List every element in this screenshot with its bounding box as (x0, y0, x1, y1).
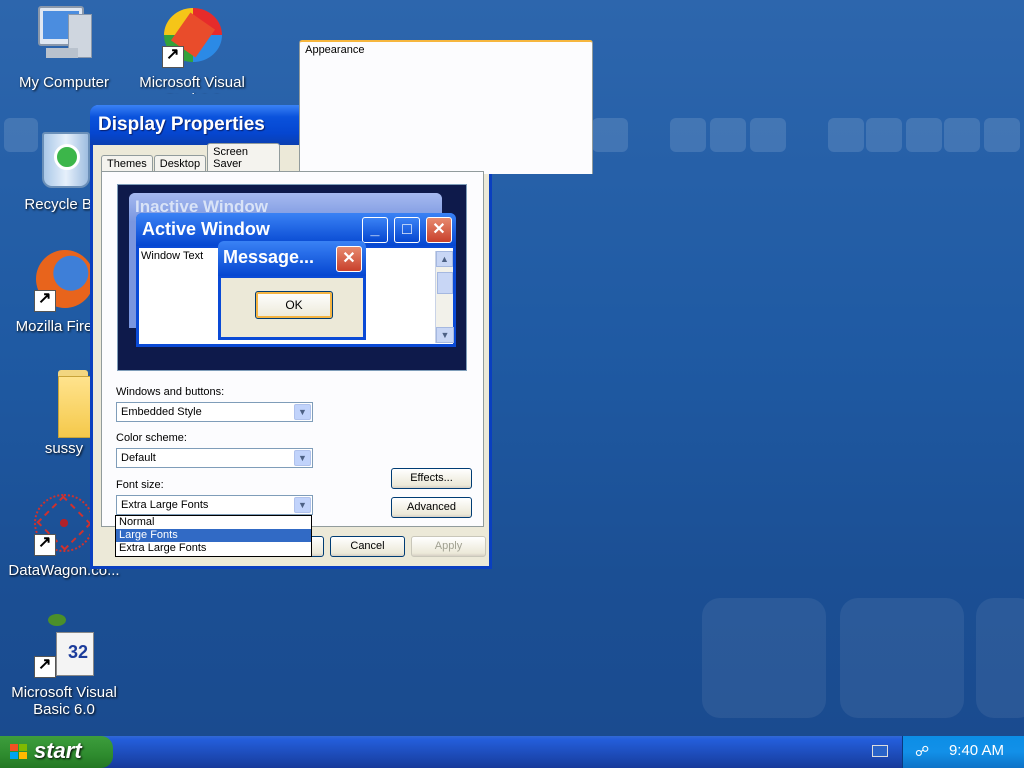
maximize-icon: □ (394, 217, 420, 243)
clock[interactable]: 9:40 AM (949, 742, 1004, 759)
chevron-down-icon[interactable]: ▼ (294, 497, 311, 513)
windows-buttons-label: Windows and buttons: (116, 386, 225, 398)
preview-ok-button: OK (255, 291, 333, 319)
computer-icon (32, 4, 96, 68)
desktop-icon-label: Microsoft Visual Stud 6.0 (139, 74, 245, 94)
decor-square (670, 118, 706, 152)
appearance-preview: Inactive Window Active Window _ □ ✕ Wind… (117, 184, 467, 371)
chevron-down-icon[interactable]: ▼ (294, 450, 311, 466)
effects-button[interactable]: Effects... (391, 468, 472, 489)
decor-square (866, 118, 902, 152)
desktop-icon-visual-studio[interactable]: Microsoft Visual Stud 6.0 (130, 4, 254, 94)
font-size-dropdown-list: Normal Large Fonts Extra Large Fonts (115, 515, 312, 557)
shortcut-arrow-icon (162, 44, 184, 68)
shortcut-arrow-icon (34, 532, 56, 556)
preview-scrollbar: ▲ ▼ (435, 251, 454, 343)
close-icon: ✕ (336, 246, 362, 272)
font-size-option-normal[interactable]: Normal (116, 516, 311, 529)
font-size-value: Extra Large Fonts (121, 499, 209, 511)
taskbar: start ☍ 9:40 AM (0, 736, 1024, 768)
tab-screen-saver[interactable]: Screen Saver (207, 143, 281, 173)
preview-message-box: Message... ✕ OK (218, 241, 366, 340)
desktop-icon-label: Microsoft Visual Basic 6.0 (11, 684, 117, 718)
windows-buttons-value: Embedded Style (121, 406, 202, 418)
decor-square (828, 118, 864, 152)
font-size-label: Font size: (116, 479, 164, 491)
cancel-button[interactable]: Cancel (330, 536, 405, 557)
desktop-icon-label: My Computer (18, 74, 110, 91)
firefox-icon (32, 248, 96, 312)
advanced-button[interactable]: Advanced (391, 497, 472, 518)
minimize-icon: _ (362, 217, 388, 243)
close-icon: ✕ (426, 217, 452, 243)
windows-buttons-select[interactable]: Embedded Style ▼ (116, 402, 313, 422)
color-scheme-label: Color scheme: (116, 432, 187, 444)
color-scheme-value: Default (121, 452, 156, 464)
decor-square (592, 118, 628, 152)
start-label: start (34, 738, 82, 763)
shortcut-arrow-icon (34, 654, 56, 678)
shortcut-arrow-icon (34, 288, 56, 312)
recycle-bin-icon (32, 126, 96, 190)
decor-square (984, 118, 1020, 152)
decor-square (702, 598, 826, 718)
color-scheme-select[interactable]: Default ▼ (116, 448, 313, 468)
scroll-down-icon: ▼ (436, 327, 454, 343)
system-tray: ☍ 9:40 AM (902, 736, 1024, 768)
windows-logo-icon (10, 744, 28, 760)
visual-studio-icon (160, 4, 224, 68)
font-size-option-extra-large[interactable]: Extra Large Fonts (116, 542, 311, 555)
preview-message-body: OK (221, 278, 363, 337)
appearance-panel: Inactive Window Active Window _ □ ✕ Wind… (101, 171, 484, 527)
display-properties-window: Display Properties ? ✕ Themes Desktop Sc… (90, 40, 593, 569)
decor-square (944, 118, 980, 152)
decor-square (840, 598, 964, 718)
apply-button[interactable]: Apply (411, 536, 486, 557)
tab-appearance[interactable]: Appearance (299, 40, 593, 174)
desktop-icon-my-computer[interactable]: My Computer (2, 4, 126, 91)
scroll-thumb (437, 272, 453, 294)
desktop-icon-visual-basic[interactable]: 32 Microsoft Visual Basic 6.0 (2, 614, 126, 718)
decor-square (750, 118, 786, 152)
network-icon[interactable]: ☍ (915, 743, 929, 760)
tab-strip: Themes Desktop Screen Saver Appearance (101, 40, 593, 174)
window-title: Display Properties (98, 114, 265, 135)
datawagon-icon (32, 492, 96, 556)
start-button[interactable]: start (0, 736, 113, 768)
visual-basic-icon: 32 (32, 614, 96, 678)
decor-square (976, 598, 1024, 718)
folder-icon (32, 370, 122, 438)
decor-square (710, 118, 746, 152)
decor-square (906, 118, 942, 152)
font-size-option-large[interactable]: Large Fonts (116, 529, 311, 542)
keyboard-icon[interactable] (872, 745, 888, 757)
font-size-select[interactable]: Extra Large Fonts ▼ (116, 495, 313, 515)
chevron-down-icon[interactable]: ▼ (294, 404, 311, 420)
scroll-up-icon: ▲ (436, 251, 453, 267)
